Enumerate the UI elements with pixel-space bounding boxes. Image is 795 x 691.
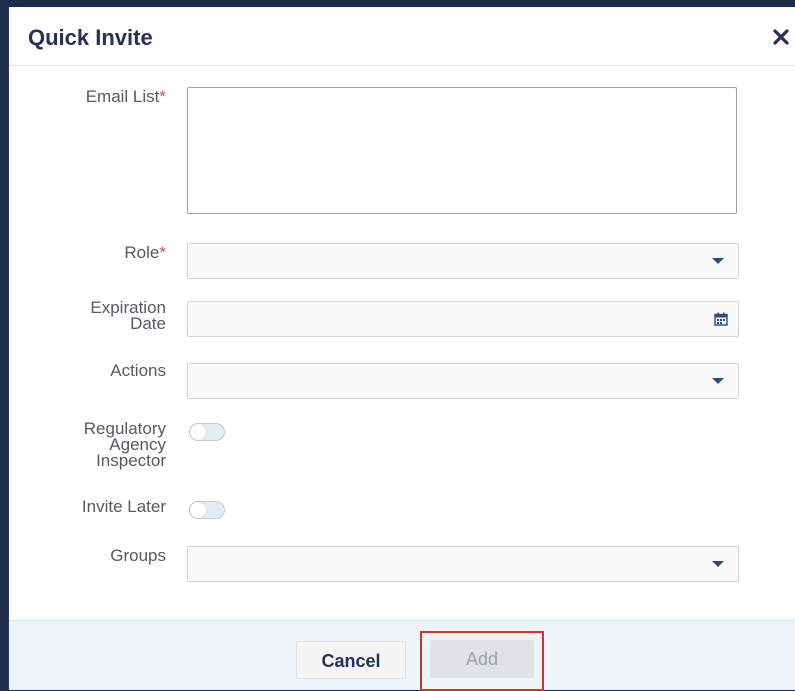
add-button-highlight: Add [420,631,544,691]
invite-later-label: Invite Later [81,497,166,516]
email-list-textarea[interactable] [187,87,737,214]
email-list-label: Email List* [85,87,166,106]
expiration-date-input[interactable] [187,301,739,337]
toggle-knob [190,424,206,440]
regulatory-agency-inspector-label: Regulatory Agency Inspector [83,419,166,470]
calendar-icon[interactable] [714,312,728,326]
dialog-title: Quick Invite [28,25,153,50]
cancel-button[interactable]: Cancel [296,641,406,679]
chevron-down-icon [712,561,724,567]
actions-label: Actions [110,361,166,380]
toggle-knob [190,502,206,518]
required-mark: * [159,243,166,262]
expiration-date-label: Expiration Date [90,298,166,333]
dialog-header: Quick Invite [9,7,795,66]
chevron-down-icon [712,378,724,384]
close-icon[interactable] [771,27,791,47]
role-label: Role* [124,243,166,262]
role-select[interactable] [187,243,739,279]
invite-later-toggle[interactable] [189,501,225,519]
actions-select[interactable] [187,363,739,399]
regulatory-agency-inspector-toggle[interactable] [189,423,225,441]
groups-label: Groups [110,546,166,565]
chevron-down-icon [712,258,724,264]
add-button[interactable]: Add [430,640,534,678]
quick-invite-dialog: Quick Invite Email List* Role* Expiratio… [8,7,795,691]
required-mark: * [159,87,166,106]
dialog-footer: Cancel Add [9,620,795,691]
groups-select[interactable] [187,546,739,582]
